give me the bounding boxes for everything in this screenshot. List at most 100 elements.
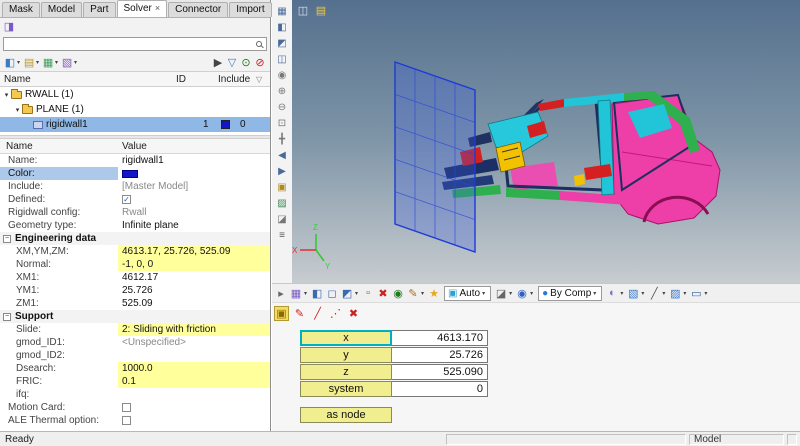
coord-label-system[interactable]: system [300, 381, 392, 397]
zoom-out-icon[interactable]: ⊖ [275, 100, 290, 115]
line-tool-icon[interactable]: ╱ [310, 306, 325, 321]
tab-part[interactable]: Part [83, 2, 116, 17]
wireframe-view-icon[interactable]: ◻ [325, 286, 339, 300]
organize-icon[interactable]: ▤ [22, 55, 36, 69]
prop-value[interactable] [118, 349, 270, 362]
section-support[interactable]: − Support [0, 310, 270, 323]
viewport[interactable]: Z X Y ◫ ▤ [292, 0, 800, 283]
tab-mask[interactable]: Mask [2, 2, 40, 17]
prev-view-icon[interactable]: ◀ [275, 148, 290, 163]
options-icon[interactable]: ≡ [275, 228, 290, 243]
tree-item-plane-1-[interactable]: ▾ PLANE (1) [0, 102, 270, 117]
mask-toggle-icon[interactable]: ◪ [494, 286, 508, 300]
solid-shade-icon[interactable]: ▧ [626, 286, 640, 300]
prop-value[interactable]: -1, 0, 0 [118, 258, 270, 271]
tree-item-rigidwall1[interactable]: rigidwall1 1 0 [0, 117, 270, 132]
tab-import[interactable]: Import [229, 2, 272, 17]
prop-value[interactable]: 525.09 [118, 297, 270, 310]
edge-style-icon-arrow[interactable]: ▾ [662, 290, 665, 297]
hidden-line-icon[interactable]: ◩ [340, 286, 354, 300]
expander-icon[interactable]: ▾ [2, 91, 11, 99]
tab-close-icon[interactable]: × [155, 4, 160, 13]
texture-icon-arrow[interactable]: ▾ [620, 290, 623, 297]
prop-value[interactable] [118, 414, 270, 427]
checkbox[interactable] [122, 416, 131, 425]
prop-row-dsearch-[interactable]: Dsearch: 1000.0 [0, 362, 270, 375]
screenshot-icon[interactable]: ▣ [275, 180, 290, 195]
quick-edit-icon-arrow[interactable]: ▾ [421, 290, 424, 297]
expander-icon[interactable]: ▾ [13, 106, 22, 114]
card-edit-icon-arrow[interactable]: ▾ [55, 59, 58, 66]
prop-value[interactable]: 2: Sliding with friction [118, 323, 270, 336]
rigid-wall-plane[interactable] [394, 61, 476, 253]
tree-item-rwall-1-[interactable]: ▾ RWALL (1) [0, 87, 270, 102]
prop-row-motion-card-[interactable]: Motion Card: [0, 401, 270, 414]
prop-value[interactable]: 4613.17, 25.726, 525.09 [118, 245, 270, 258]
solid-shade-icon-arrow[interactable]: ▾ [641, 290, 644, 297]
collapse-icon[interactable]: − [3, 312, 11, 321]
tree-header-name[interactable]: Name [0, 74, 176, 85]
fe-geometry-icon-arrow[interactable]: ▾ [74, 59, 77, 66]
selection-mode-combo[interactable]: ▣ Auto ▾ [444, 285, 492, 301]
clear-selection-icon[interactable]: ⊘ [253, 55, 267, 69]
prop-row-include-[interactable]: Include: [Master Model] [0, 180, 270, 193]
clipping-icon[interactable]: ◫ [296, 3, 310, 17]
fe-geometry-icon[interactable]: ▧ [60, 55, 74, 69]
checkbox[interactable] [122, 403, 131, 412]
section-engineering-data[interactable]: − Engineering data [0, 232, 270, 245]
tree-header-include[interactable]: Include [218, 74, 256, 85]
prop-row-defined-[interactable]: Defined: ✓ [0, 193, 270, 206]
prop-row-fric-[interactable]: FRIC: 0.1 [0, 375, 270, 388]
coord-value-system[interactable]: 0 [392, 381, 488, 397]
prop-value[interactable]: 4612.17 [118, 271, 270, 284]
zoom-in-icon[interactable]: ⊕ [275, 84, 290, 99]
tree-header-id[interactable]: ID [176, 74, 218, 85]
hidden-line-icon-arrow[interactable]: ▾ [355, 290, 358, 297]
prop-row-gmod-id1-[interactable]: gmod_ID1: <Unspecified> [0, 336, 270, 349]
pointer-icon[interactable]: ▶ [211, 55, 225, 69]
screen-icon-arrow[interactable]: ▾ [704, 290, 707, 297]
highlight-icon[interactable]: ◉ [391, 286, 405, 300]
fit-view-icon[interactable]: ⊡ [275, 116, 290, 131]
favorites-icon[interactable]: ★ [427, 286, 441, 300]
browser-icon-arrow[interactable]: ▾ [304, 290, 307, 297]
shaded-view-icon[interactable]: ◧ [310, 286, 324, 300]
prop-row-geometry-type-[interactable]: Geometry type: Infinite plane [0, 219, 270, 232]
prop-row-zm1-[interactable]: ZM1: 525.09 [0, 297, 270, 310]
iso-view-icon[interactable]: ◫ [275, 52, 290, 67]
tab-connector[interactable]: Connector [168, 2, 229, 17]
prop-value[interactable]: 1000.0 [118, 362, 270, 375]
create-entity-icon-arrow[interactable]: ▾ [17, 59, 20, 66]
prop-value[interactable] [118, 401, 270, 414]
section-cut-icon[interactable]: ▨ [275, 196, 290, 211]
quick-edit-icon[interactable]: ✎ [406, 286, 420, 300]
prop-value[interactable]: 0.1 [118, 375, 270, 388]
coord-value-x[interactable]: 4613.170 [392, 330, 488, 346]
next-view-icon[interactable]: ▶ [275, 164, 290, 179]
car-model[interactable] [442, 91, 721, 225]
card-edit-icon[interactable]: ▦ [41, 55, 55, 69]
prop-value[interactable]: ✓ [118, 193, 270, 206]
pin-left-icon[interactable]: ▸ [274, 286, 288, 300]
color-swatch[interactable] [122, 169, 138, 178]
view-cube-icon[interactable]: ▦ [275, 4, 290, 19]
prop-row-name-[interactable]: Name: rigidwall1 [0, 154, 270, 167]
transparency-icon-arrow[interactable]: ▾ [683, 290, 686, 297]
prop-value[interactable]: rigidwall1 [118, 154, 270, 167]
isolate-icon[interactable]: ⊙ [239, 55, 253, 69]
mask-panel-icon[interactable]: ◪ [275, 212, 290, 227]
prop-row-ale-thermal-option-[interactable]: ALE Thermal option: [0, 414, 270, 427]
prop-row-ifq-[interactable]: ifq: [0, 388, 270, 401]
legend-icon[interactable]: ▤ [314, 3, 328, 17]
viewport-canvas[interactable]: Z X Y [292, 0, 800, 283]
coord-label-y[interactable]: y [300, 347, 392, 363]
organize-icon-arrow[interactable]: ▾ [36, 59, 39, 66]
color-swatch[interactable] [221, 120, 230, 129]
prop-value[interactable]: Infinite plane [118, 219, 270, 232]
prop-value[interactable] [118, 388, 270, 401]
edge-style-icon[interactable]: ╱ [647, 286, 661, 300]
rotate-view-icon[interactable]: ◉ [275, 68, 290, 83]
coord-value-z[interactable]: 525.090 [392, 364, 488, 380]
tab-model[interactable]: Model [40, 2, 83, 17]
prop-value[interactable]: <Unspecified> [118, 336, 270, 349]
